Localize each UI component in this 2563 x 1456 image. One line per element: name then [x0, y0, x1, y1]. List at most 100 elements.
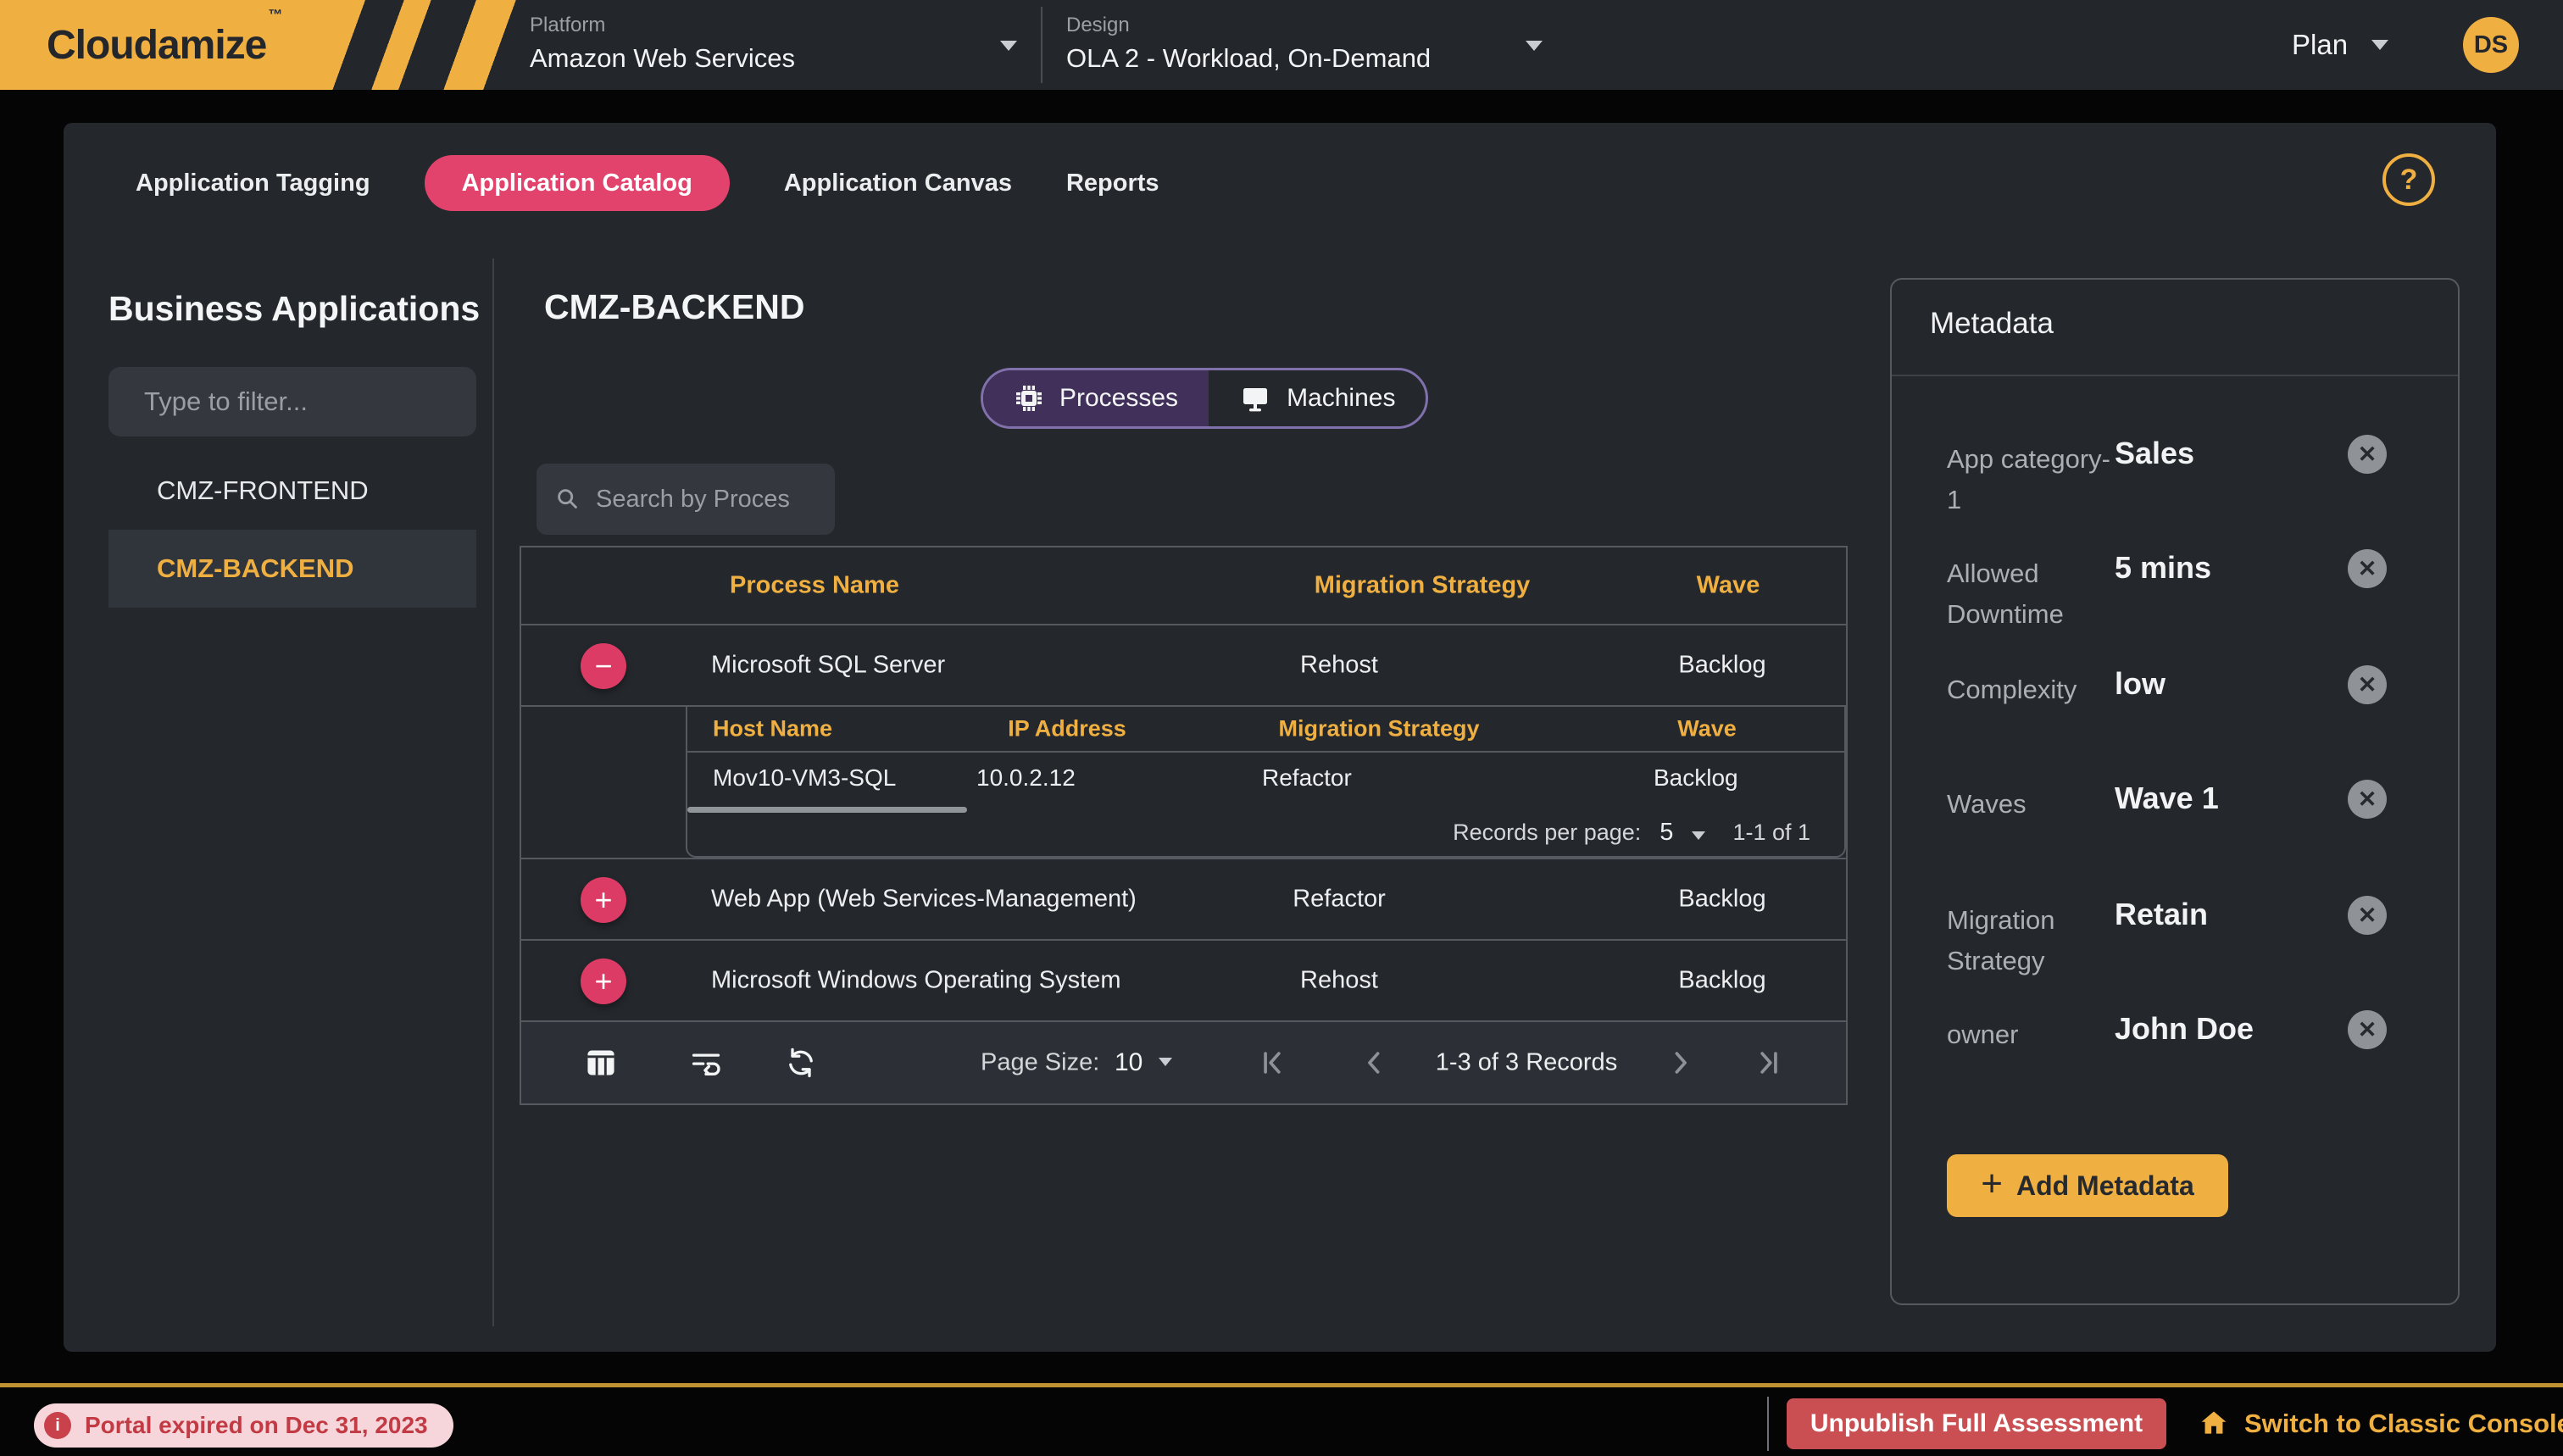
page-size-label: Page Size:	[981, 1049, 1099, 1077]
metadata-value: Retain	[2115, 897, 2208, 932]
switch-to-classic-console-link[interactable]: Switch to Classic Console	[2197, 1398, 2563, 1449]
cloudamize-logo: Cloudamize™	[0, 0, 593, 90]
search-icon	[553, 485, 582, 514]
metadata-item: App category-1 Sales ✕	[1947, 439, 2421, 520]
design-caret-icon[interactable]	[1526, 41, 1543, 51]
tab-application-canvas[interactable]: Application Canvas	[784, 169, 1012, 197]
expand-row-button[interactable]: +	[581, 877, 626, 923]
platform-label: Platform	[530, 14, 795, 37]
statusbar-divider	[1767, 1397, 1769, 1451]
unpublish-full-assessment-button[interactable]: Unpublish Full Assessment	[1787, 1398, 2166, 1449]
top-bar: Cloudamize™ Platform Amazon Web Services…	[0, 0, 2563, 90]
metadata-label: Waves	[1947, 784, 2125, 825]
metadata-panel: Metadata App category-1 Sales ✕ Allowed …	[1890, 278, 2460, 1305]
metadata-value: low	[2115, 666, 2165, 702]
wave-cell: Backlog	[1678, 886, 1765, 914]
collapse-row-button[interactable]: −	[581, 643, 626, 689]
metadata-item: owner John Doe ✕	[1947, 1014, 2421, 1055]
filter-input[interactable]	[144, 386, 482, 417]
cpu-chip-icon	[1014, 383, 1044, 414]
metadata-value: John Doe	[2115, 1011, 2254, 1047]
info-icon: i	[44, 1412, 71, 1439]
metadata-label: owner	[1947, 1014, 2125, 1055]
subtable-pagination: Records per page: 5 1-1 of 1	[1453, 819, 1810, 847]
records-per-page-value[interactable]: 5	[1660, 819, 1673, 847]
table-row: − Microsoft SQL Server Rehost Backlog	[521, 625, 1846, 707]
records-per-page-caret-icon[interactable]	[1692, 831, 1705, 840]
column-host-name: Host Name	[713, 716, 832, 742]
help-icon[interactable]: ?	[2382, 153, 2435, 206]
remove-metadata-button[interactable]: ✕	[2348, 435, 2387, 474]
platform-caret-icon[interactable]	[1000, 41, 1017, 51]
user-avatar[interactable]: DS	[2463, 17, 2519, 73]
metadata-value: Wave 1	[2115, 781, 2219, 816]
page-size-value[interactable]: 10	[1115, 1048, 1143, 1077]
subtable-header: Host Name IP Address Migration Strategy …	[687, 707, 1844, 753]
remove-metadata-button[interactable]: ✕	[2348, 549, 2387, 588]
main-panel: Application Tagging Application Catalog …	[64, 123, 2496, 1352]
metadata-divider	[1892, 375, 2458, 376]
trademark-symbol: ™	[268, 7, 281, 23]
tab-application-tagging[interactable]: Application Tagging	[136, 169, 370, 197]
toggle-processes-label: Processes	[1059, 384, 1178, 413]
metadata-item: Allowed Downtime 5 mins ✕	[1947, 553, 2421, 635]
sidebar-divider	[492, 258, 494, 1326]
tab-reports[interactable]: Reports	[1066, 169, 1159, 197]
column-sub-wave: Wave	[1677, 716, 1737, 742]
migration-strategy-cell: Refactor	[1293, 886, 1386, 914]
toggle-processes[interactable]: Processes	[983, 370, 1209, 426]
topbar-divider	[1041, 7, 1042, 83]
toggle-machines[interactable]: Machines	[1209, 370, 1426, 426]
statusbar-accent-line	[0, 1383, 2563, 1387]
design-label: Design	[1066, 14, 1431, 37]
metadata-label: Complexity	[1947, 670, 2125, 710]
portal-expired-badge: i Portal expired on Dec 31, 2023	[34, 1403, 453, 1448]
remove-metadata-button[interactable]: ✕	[2348, 665, 2387, 704]
portal-expired-text: Portal expired on Dec 31, 2023	[85, 1412, 428, 1439]
plan-menu[interactable]: Plan	[2292, 0, 2388, 90]
process-table: Process Name Migration Strategy Wave − M…	[520, 546, 1848, 1105]
ip-address-cell: 10.0.2.12	[976, 764, 1076, 792]
first-page-icon[interactable]	[1260, 1048, 1289, 1077]
remove-metadata-button[interactable]: ✕	[2348, 1010, 2387, 1049]
column-process-name: Process Name	[730, 572, 899, 600]
machines-subtable: Host Name IP Address Migration Strategy …	[686, 707, 1846, 858]
table-row: + Microsoft Windows Operating System Reh…	[521, 941, 1846, 1022]
next-page-icon[interactable]	[1665, 1048, 1694, 1077]
metadata-item: Complexity low ✕	[1947, 670, 2421, 710]
sub-migration-strategy-cell: Refactor	[1262, 764, 1352, 792]
previous-page-icon[interactable]	[1360, 1048, 1389, 1077]
add-metadata-button[interactable]: + Add Metadata	[1947, 1154, 2228, 1217]
horizontal-scrollbar[interactable]	[687, 807, 967, 813]
table-row: + Web App (Web Services-Management) Refa…	[521, 859, 1846, 941]
records-per-page-label: Records per page:	[1453, 820, 1641, 846]
pagination-range-text: 1-3 of 3 Records	[1436, 1049, 1617, 1077]
sidebar-filter	[108, 367, 476, 436]
sidebar-item-cmz-backend[interactable]: CMZ-BACKEND	[108, 530, 476, 608]
design-selector[interactable]: Design OLA 2 - Workload, On-Demand	[1066, 14, 1431, 74]
subtable-range-text: 1-1 of 1	[1732, 820, 1810, 846]
process-search-input[interactable]	[596, 486, 791, 514]
metadata-item: Migration Strategy Retain ✕	[1947, 900, 2421, 981]
column-wave: Wave	[1697, 572, 1760, 600]
metadata-title: Metadata	[1930, 307, 2054, 341]
expanded-detail-region: Host Name IP Address Migration Strategy …	[521, 707, 1846, 859]
sub-wave-cell: Backlog	[1654, 764, 1738, 792]
wave-cell: Backlog	[1678, 652, 1765, 680]
process-name-cell: Microsoft SQL Server	[711, 652, 945, 680]
wrap-text-icon[interactable]	[689, 1046, 723, 1080]
process-name-cell: Web App (Web Services-Management)	[711, 886, 1137, 914]
platform-selector[interactable]: Platform Amazon Web Services	[530, 14, 795, 74]
tab-application-catalog[interactable]: Application Catalog	[425, 155, 730, 211]
plan-caret-icon	[2371, 40, 2388, 50]
remove-metadata-button[interactable]: ✕	[2348, 896, 2387, 935]
remove-metadata-button[interactable]: ✕	[2348, 780, 2387, 819]
expand-row-button[interactable]: +	[581, 959, 626, 1004]
columns-icon[interactable]	[584, 1046, 618, 1080]
design-value: OLA 2 - Workload, On-Demand	[1066, 43, 1431, 74]
toggle-machines-label: Machines	[1287, 384, 1395, 413]
last-page-icon[interactable]	[1752, 1048, 1781, 1077]
page-size-caret-icon[interactable]	[1159, 1058, 1172, 1066]
sidebar-item-cmz-frontend[interactable]: CMZ-FRONTEND	[108, 452, 476, 530]
refresh-icon[interactable]	[784, 1046, 818, 1080]
